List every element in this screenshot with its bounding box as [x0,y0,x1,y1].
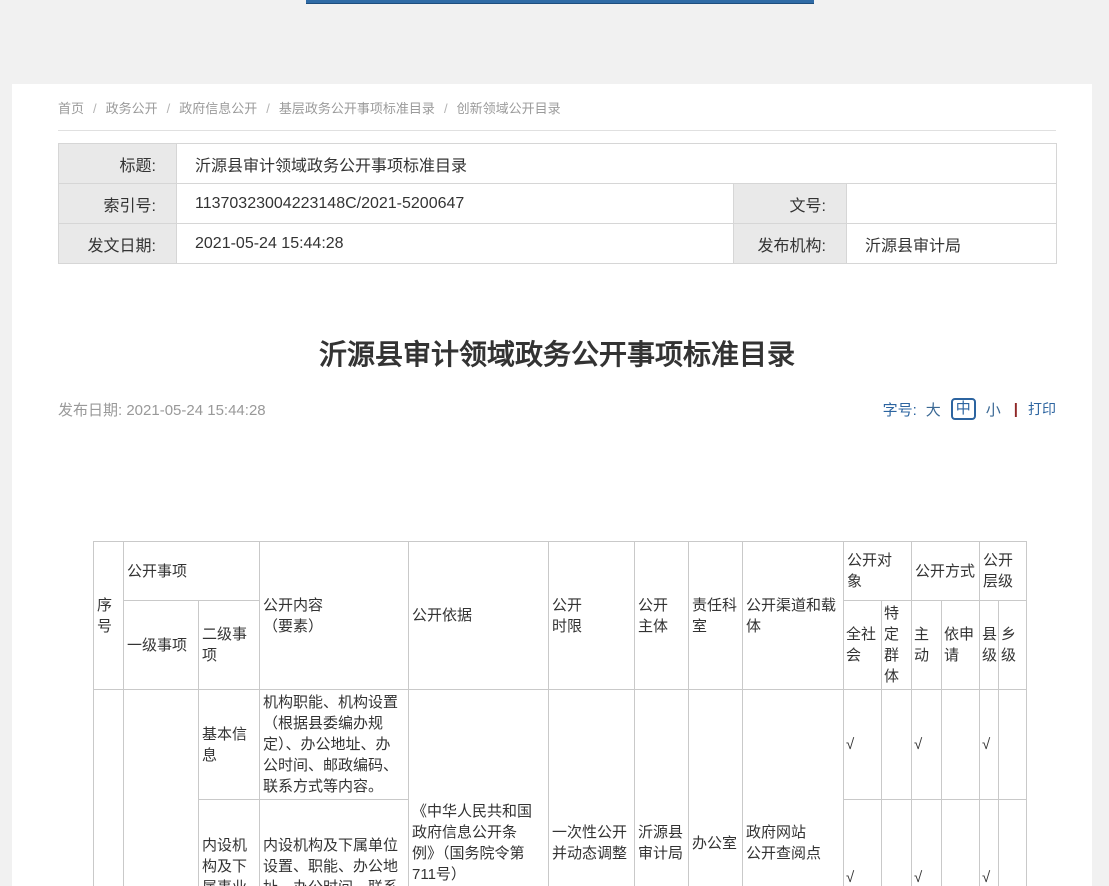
header-department: 责任科 室 [689,542,743,690]
top-nav-bar-edge [306,0,814,4]
meta-index-value: 11370323004223148C/2021-5200647 [177,184,734,224]
check-specific-group [882,690,912,800]
check-on-request [942,690,980,800]
breadcrumb-separator: / [93,101,97,116]
check-township [999,800,1027,886]
header-content: 公开内容 （要素） [260,542,409,690]
publish-row: 发布日期: 2021-05-24 15:44:28 字号: 大 中 小 | 打印 [58,398,1056,420]
fontsize-large-button[interactable]: 大 [926,399,941,420]
header-township: 乡 级 [999,601,1027,690]
header-basis: 公开依据 [409,542,549,690]
content-panel: 首页 / 政务公开 / 政府信息公开 / 基层政务公开事项标准目录 / 创新领域公开目录 标题:… [12,84,1092,886]
cell-level2: 内设机 构及下 属事业 单位 [199,800,260,886]
breadcrumb-item[interactable]: 政务公开 [106,101,158,116]
header-level2: 二级事 项 [199,601,260,690]
header-on-request: 依申 请 [942,601,980,690]
meta-index-label: 索引号: [59,184,177,224]
breadcrumb-separator: / [167,101,171,116]
meta-agency-value: 沂源县审计局 [847,224,1057,264]
breadcrumb-item[interactable]: 基层政务公开事项标准目录 [279,101,435,116]
cell-time-limit: 一次性公开 并动态调整 [549,690,635,886]
cell-content: 机构职能、机构设置 （根据县委编办规 定）、办公地址、办 公时间、邮政编码、 联… [260,690,409,800]
meta-date-label: 发文日期: [59,224,177,264]
meta-table: 标题: 沂源县审计领域政务公开事项标准目录 索引号: 1137032300422… [58,143,1057,264]
fontsize-small-button[interactable]: 小 [986,399,1001,420]
header-audience-group: 公开对 象 [844,542,912,601]
meta-row-title: 标题: 沂源县审计领域政务公开事项标准目录 [59,144,1057,184]
check-county: √ [980,690,999,800]
check-specific-group [882,800,912,886]
catalog-table: 序 号 公开事项 公开内容 （要素） 公开依据 公开 时限 公开 主体 责任科 … [93,541,1027,886]
header-all-society: 全社 会 [844,601,882,690]
fontsize-label: 字号: [883,399,917,420]
page: { "top_bar": { "color": "#2f6ba6" }, "br… [0,0,1109,886]
header-time-limit: 公开 时限 [549,542,635,690]
header-channels: 公开渠道和载 体 [743,542,844,690]
cell-level1 [124,690,199,886]
breadcrumb-separator: / [266,101,270,116]
breadcrumb: 首页 / 政务公开 / 政府信息公开 / 基层政务公开事项标准目录 / 创新领域公开目录 [58,101,1056,131]
meta-row-date: 发文日期: 2021-05-24 15:44:28 发布机构: 沂源县审计局 [59,224,1057,264]
fontsize-controls: 字号: 大 中 小 | 打印 [883,398,1056,420]
print-button[interactable]: 打印 [1028,399,1056,419]
check-on-request [942,800,980,886]
breadcrumb-item[interactable]: 创新领域公开目录 [457,101,561,116]
meta-row-index: 索引号: 11370323004223148C/2021-5200647 文号: [59,184,1057,224]
cell-channels: 政府网站 公开查阅点 [743,690,844,886]
header-county: 县 级 [980,601,999,690]
cell-content: 内设机构及下属单位 设置、职能、办公地 址、办公时间、联系 方式、负责人姓名等 [260,800,409,886]
breadcrumb-item[interactable]: 政府信息公开 [179,101,257,116]
header-specific-group: 特 定 群 体 [882,601,912,690]
check-township [999,690,1027,800]
check-proactive: √ [912,690,942,800]
meta-title-label: 标题: [59,144,177,184]
cell-level2: 基本信 息 [199,690,260,800]
page-title: 沂源县审计领域政务公开事项标准目录 [58,334,1056,376]
header-seq: 序 号 [94,542,124,690]
meta-docno-label: 文号: [734,184,847,224]
check-county: √ [980,800,999,886]
header-method-group: 公开方式 [912,542,980,601]
fontsize-medium-button[interactable]: 中 [951,398,976,420]
divider: | [1014,401,1018,418]
meta-agency-label: 发布机构: [734,224,847,264]
cell-basis: 《中华人民共和国 政府信息公开条 例》（国务院令第 711号） [409,690,549,886]
publish-date-value: 2021-05-24 15:44:28 [126,402,265,419]
header-item-group: 公开事项 [124,542,260,601]
check-all-society: √ [844,800,882,886]
publish-date: 发布日期: 2021-05-24 15:44:28 [58,399,266,420]
publish-date-label: 发布日期: [58,402,122,419]
breadcrumb-separator: / [444,101,448,116]
cell-seq [94,690,124,886]
header-level1: 一级事项 [124,601,199,690]
check-proactive: √ [912,800,942,886]
cell-department: 办公室 [689,690,743,886]
table-row: 基本信 息 机构职能、机构设置 （根据县委编办规 定）、办公地址、办 公时间、邮… [94,690,1027,800]
breadcrumb-item[interactable]: 首页 [58,101,84,116]
meta-date-value: 2021-05-24 15:44:28 [177,224,734,264]
meta-title-value: 沂源县审计领域政务公开事项标准目录 [177,144,1057,184]
header-level-group: 公开 层级 [980,542,1027,601]
check-all-society: √ [844,690,882,800]
header-subject: 公开 主体 [635,542,689,690]
header-proactive: 主 动 [912,601,942,690]
meta-docno-value [847,184,1057,224]
cell-subject: 沂源县 审计局 [635,690,689,886]
catalog-header-row-1: 序 号 公开事项 公开内容 （要素） 公开依据 公开 时限 公开 主体 责任科 … [94,542,1027,601]
